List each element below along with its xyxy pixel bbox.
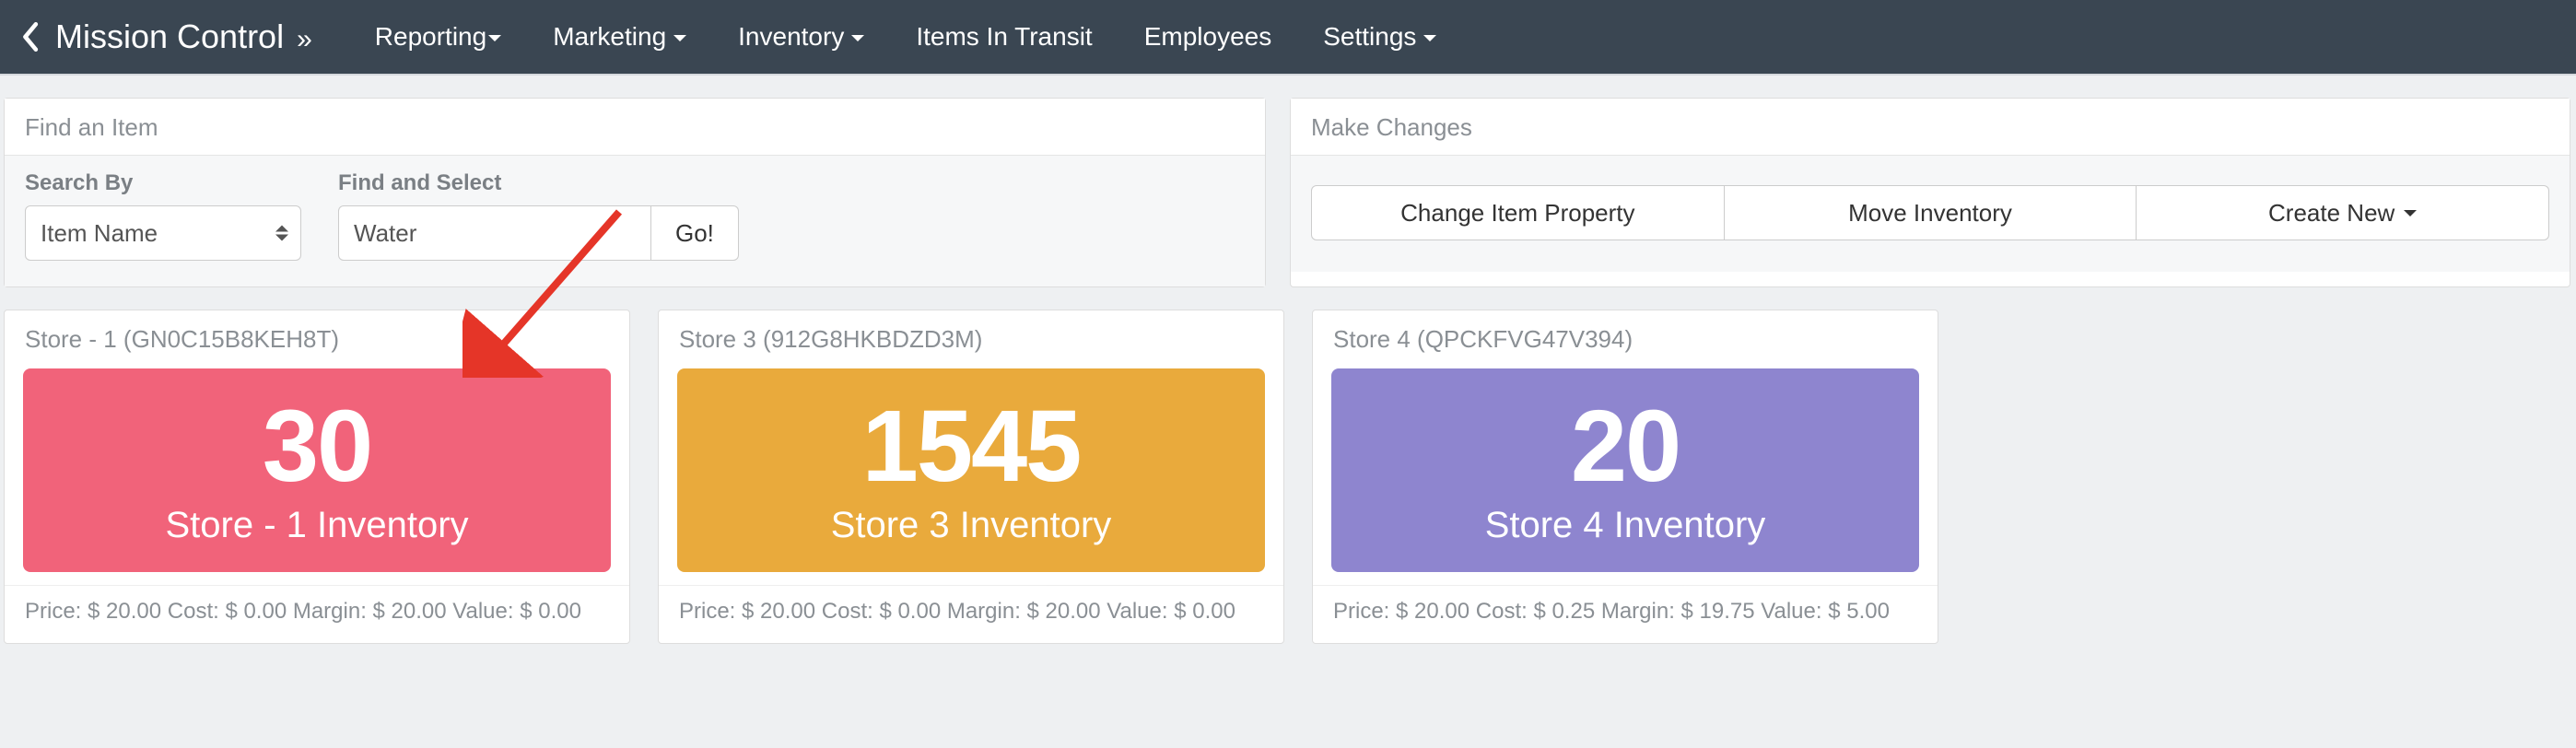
panels-row: Find an Item Search By Item Name Find an…: [0, 76, 2576, 287]
nav-item-reporting[interactable]: Reporting: [349, 0, 527, 75]
chevron-down-icon: [673, 35, 686, 41]
store-inventory-count: 1545: [686, 396, 1256, 497]
find-item-panel: Find an Item Search By Item Name Find an…: [4, 98, 1266, 287]
nav-item-label: Marketing: [553, 22, 666, 51]
find-panel-title: Find an Item: [5, 99, 1265, 156]
store-cards-row: Store - 1 (GN0C15B8KEH8T) 30 Store - 1 Inv…: [0, 287, 2576, 644]
store-inventory-label: Store 4 Inventory: [1341, 505, 1910, 546]
chevron-down-icon: [1423, 35, 1436, 41]
nav-brand-suffix: »: [297, 24, 312, 54]
find-panel-body: Search By Item Name Find and Select Go!: [5, 156, 1265, 286]
nav-item-marketing[interactable]: Marketing: [527, 0, 712, 75]
nav-back-button[interactable]: [17, 18, 42, 55]
nav-item-items-in-transit[interactable]: Items In Transit: [890, 0, 1118, 75]
make-changes-panel: Make Changes Change Item Property Move In…: [1290, 98, 2570, 287]
search-by-select[interactable]: Item Name: [25, 205, 301, 261]
find-select-label: Find and Select: [338, 170, 739, 196]
nav-item-label: Reporting: [375, 22, 486, 51]
top-navbar: Mission Control » Reporting Marketing Inve…: [0, 0, 2576, 76]
changes-panel-body: Change Item Property Move Inventory Create…: [1291, 156, 2570, 272]
changes-button-group: Change Item Property Move Inventory Create…: [1311, 185, 2549, 240]
store-inventory-tile[interactable]: 20 Store 4 Inventory: [1331, 368, 1919, 572]
nav-item-label: Items In Transit: [916, 22, 1092, 51]
nav-item-inventory[interactable]: Inventory: [712, 0, 890, 75]
button-label: Create New: [2268, 199, 2395, 228]
find-input-group: Go!: [338, 205, 739, 261]
change-item-property-button[interactable]: Change Item Property: [1311, 185, 1725, 240]
store-inventory-label: Store 3 Inventory: [686, 505, 1256, 546]
nav-item-label: Inventory: [738, 22, 844, 51]
move-inventory-button[interactable]: Move Inventory: [1725, 185, 2137, 240]
chevron-down-icon: [488, 35, 501, 41]
store-inventory-label: Store - 1 Inventory: [32, 505, 602, 546]
nav-item-label: Employees: [1144, 22, 1272, 51]
nav-item-employees[interactable]: Employees: [1118, 0, 1298, 75]
store-card-title: Store - 1 (GN0C15B8KEH8T): [5, 310, 629, 368]
find-select-group: Find and Select Go!: [338, 170, 739, 261]
button-label: Move Inventory: [1848, 199, 2012, 228]
search-by-label: Search By: [25, 170, 301, 196]
store-card: Store 3 (912G8HKBDZD3M) 1545 Store 3 Inven…: [658, 310, 1284, 644]
nav-item-settings[interactable]: Settings: [1297, 0, 1462, 75]
store-card-footer: Price: $ 20.00 Cost: $ 0.25 Margin: $ 19…: [1313, 585, 1938, 643]
nav-brand-text: Mission Control: [55, 18, 284, 55]
button-label: Change Item Property: [1400, 199, 1634, 228]
chevron-down-icon: [2404, 210, 2417, 216]
store-card: Store 4 (QPCKFVG47V394) 20 Store 4 Invento…: [1312, 310, 1938, 644]
store-card-title: Store 3 (912G8HKBDZD3M): [659, 310, 1283, 368]
search-by-select-wrap: Item Name: [25, 205, 301, 261]
select-sort-icon: [275, 226, 288, 241]
chevron-down-icon: [851, 35, 864, 41]
store-inventory-count: 20: [1341, 396, 1910, 497]
find-item-input[interactable]: [338, 205, 651, 261]
store-inventory-count: 30: [32, 396, 602, 497]
store-inventory-tile[interactable]: 30 Store - 1 Inventory: [23, 368, 611, 572]
chevron-left-icon: [20, 22, 39, 52]
create-new-button[interactable]: Create New: [2137, 185, 2549, 240]
store-card: Store - 1 (GN0C15B8KEH8T) 30 Store - 1 Inv…: [4, 310, 630, 644]
store-inventory-tile[interactable]: 1545 Store 3 Inventory: [677, 368, 1265, 572]
nav-item-label: Settings: [1323, 22, 1416, 51]
store-card-title: Store 4 (QPCKFVG47V394): [1313, 310, 1938, 368]
changes-panel-title: Make Changes: [1291, 99, 2570, 156]
store-card-footer: Price: $ 20.00 Cost: $ 0.00 Margin: $ 20…: [5, 585, 629, 643]
nav-items: Reporting Marketing Inventory Items In Tran…: [349, 0, 1463, 75]
nav-brand[interactable]: Mission Control »: [55, 18, 312, 56]
store-card-footer: Price: $ 20.00 Cost: $ 0.00 Margin: $ 20…: [659, 585, 1283, 643]
search-by-group: Search By Item Name: [25, 170, 301, 261]
go-button[interactable]: Go!: [651, 205, 739, 261]
